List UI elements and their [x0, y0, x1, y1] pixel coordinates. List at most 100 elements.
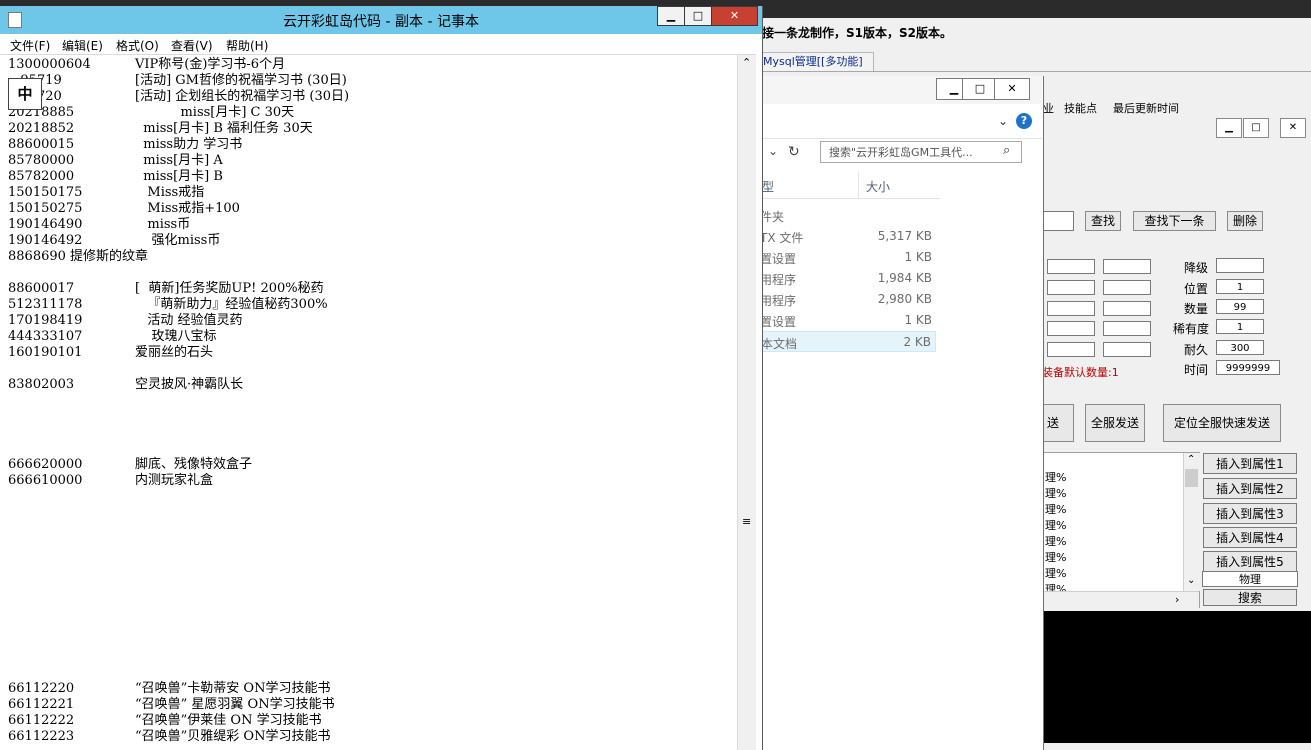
scroll-grip-icon[interactable]: ≡ [742, 515, 751, 528]
search-icon[interactable]: ⌕ [1003, 143, 1010, 158]
find-next-button[interactable]: 查找下一条 [1133, 211, 1216, 231]
close-button[interactable]: ✕ [994, 78, 1030, 100]
insert-attr-2-button[interactable]: 插入到属性2 [1203, 478, 1297, 499]
attr-input-5b[interactable] [1103, 342, 1151, 357]
maximize-icon: □ [1251, 122, 1261, 133]
gm-tool-title: 接一条龙制作，S1版本，S2版本。 [762, 26, 952, 40]
ime-indicator[interactable]: 中 [8, 78, 42, 110]
close-button[interactable]: ✕ [711, 6, 758, 26]
text-line: 85780000 miss[月卡] A [8, 153, 223, 168]
minimize-button[interactable]: ▁ [657, 6, 685, 26]
list-item[interactable]: 理% [1045, 501, 1066, 517]
minimize-button[interactable]: ▁ [1216, 118, 1242, 138]
find-button[interactable]: 查找 [1085, 211, 1121, 231]
quantity-label: 数量 [1184, 302, 1209, 316]
text-line: 150150275 Miss戒指+100 [8, 201, 240, 216]
tab-mysql[interactable]: Mysql管理[[多功能] [760, 52, 874, 72]
menu-bar [0, 34, 756, 55]
notepad-vscrollbar[interactable]: ⌃ ≡ [737, 55, 756, 750]
attr-input-2a[interactable] [1047, 280, 1095, 295]
maximize-icon: □ [692, 9, 704, 22]
header-col-skillpoints[interactable]: 技能点 [1064, 100, 1097, 116]
chevron-down-icon[interactable]: ⌄ [768, 144, 778, 158]
attr-input-4b[interactable] [1103, 321, 1151, 336]
search-input[interactable] [1042, 211, 1074, 231]
file-row-selected[interactable]: 本文档 2 KB [740, 331, 936, 352]
text-line: 20218885 miss[月卡] C 30天 [8, 105, 295, 120]
time-input[interactable]: 9999999 [1216, 360, 1280, 375]
attribute-list[interactable]: 理% 理% 理% 理% 理% 理% 理% 理% [1042, 452, 1200, 608]
attr-input-3b[interactable] [1103, 301, 1151, 316]
maximize-button[interactable]: □ [1243, 118, 1269, 138]
scroll-thumb[interactable] [1185, 469, 1198, 487]
chevron-down-icon[interactable]: ⌄ [998, 114, 1008, 128]
downgrade-input[interactable] [1216, 258, 1264, 273]
header-col-lastupdate[interactable]: 最后更新时间 [1113, 100, 1179, 116]
chevron-down-icon[interactable]: ⌄ [1187, 575, 1195, 586]
search-button[interactable]: 搜索 [1203, 589, 1297, 606]
chevron-right-icon[interactable]: › [1175, 593, 1179, 606]
header-col-job[interactable]: 业 [1043, 100, 1054, 116]
file-row[interactable]: 用程序 2,980 KB [740, 289, 936, 310]
tab-divider [740, 71, 1311, 72]
log-output-area [1042, 611, 1311, 743]
file-row[interactable]: 置设置 1 KB [740, 247, 936, 268]
file-row[interactable]: 用程序 1,984 KB [740, 268, 936, 289]
quantity-input[interactable]: 99 [1216, 299, 1264, 314]
menu-file[interactable]: 文件(F) [10, 37, 50, 54]
chevron-up-icon[interactable]: ⌃ [742, 56, 751, 69]
insert-attr-3-button[interactable]: 插入到属性3 [1203, 503, 1297, 524]
file-row[interactable]: 置设置 1 KB [740, 310, 936, 331]
search-input[interactable]: 搜索"云开彩虹岛GM工具代... [820, 141, 1022, 163]
menu-view[interactable]: 查看(V) [171, 37, 213, 54]
refresh-icon[interactable]: ↻ [788, 144, 800, 160]
menu-edit[interactable]: 编辑(E) [62, 37, 103, 54]
file-row[interactable]: 件夹 [740, 205, 936, 226]
attr-input-5a[interactable] [1047, 342, 1095, 357]
chevron-up-icon[interactable]: ⌃ [1187, 454, 1195, 465]
list-item[interactable]: 理% [1045, 517, 1066, 533]
help-icon[interactable]: ? [1016, 113, 1032, 129]
send-all-button[interactable]: 全服发送 [1085, 404, 1145, 442]
rarity-input[interactable]: 1 [1216, 319, 1264, 334]
insert-attr-5-button[interactable]: 插入到属性5 [1203, 551, 1297, 572]
close-icon: ✕ [729, 9, 740, 22]
delete-button[interactable]: 删除 [1227, 211, 1263, 231]
text-line: 666620000 脚底、残像特效盒子 [8, 457, 253, 472]
durability-label: 耐久 [1184, 343, 1209, 357]
maximize-button[interactable]: □ [684, 6, 712, 26]
column-separator[interactable] [858, 172, 859, 198]
insert-attr-1-button[interactable]: 插入到属性1 [1203, 453, 1297, 474]
attr-input-1a[interactable] [1047, 259, 1095, 274]
list-item[interactable]: 理% [1045, 469, 1066, 485]
attr-input-2b[interactable] [1103, 280, 1151, 295]
text-line: 160190101 爱丽丝的石头 [8, 345, 214, 360]
send-all-fast-button[interactable]: 定位全服快速发送 [1163, 404, 1281, 442]
position-input[interactable]: 1 [1216, 279, 1264, 294]
attr-input-4a[interactable] [1047, 321, 1095, 336]
attr-input-3a[interactable] [1047, 301, 1095, 316]
list-item[interactable]: 理% [1045, 533, 1066, 549]
durability-input[interactable]: 300 [1216, 340, 1264, 355]
close-icon: ✕ [1007, 82, 1017, 95]
close-button[interactable]: ✕ [1280, 118, 1306, 138]
text-line: 66112221 “召唤兽” 星愿羽翼 ON学习技能书 [8, 697, 335, 712]
rarity-label: 稀有度 [1173, 322, 1210, 336]
maximize-button[interactable]: □ [962, 78, 998, 100]
menu-help[interactable]: 帮助(H) [226, 37, 268, 54]
file-row[interactable]: TX 文件 5,317 KB [740, 226, 936, 247]
physics-field[interactable]: 物理 [1202, 571, 1298, 587]
column-type[interactable]: 型 [762, 178, 774, 195]
list-vscrollbar[interactable]: ⌃ ⌄ [1183, 453, 1200, 591]
list-item[interactable]: 理% [1045, 485, 1066, 501]
text-line: 83802003 空灵披风·神霸队长 [8, 377, 244, 392]
menu-format[interactable]: 格式(O) [116, 37, 159, 54]
insert-attr-4-button[interactable]: 插入到属性4 [1203, 527, 1297, 548]
column-size[interactable]: 大小 [866, 178, 890, 195]
list-item[interactable]: 理% [1045, 549, 1066, 565]
text-line: 88600017[ 萌新]任务奖励UP! 200%秘药 [8, 281, 324, 296]
list-hscrollbar[interactable]: › [1043, 591, 1199, 608]
attr-input-1b[interactable] [1103, 259, 1151, 274]
list-item[interactable]: 理% [1045, 565, 1066, 581]
window-title: 云开彩虹岛代码 - 副本 - 记事本 [283, 14, 479, 30]
